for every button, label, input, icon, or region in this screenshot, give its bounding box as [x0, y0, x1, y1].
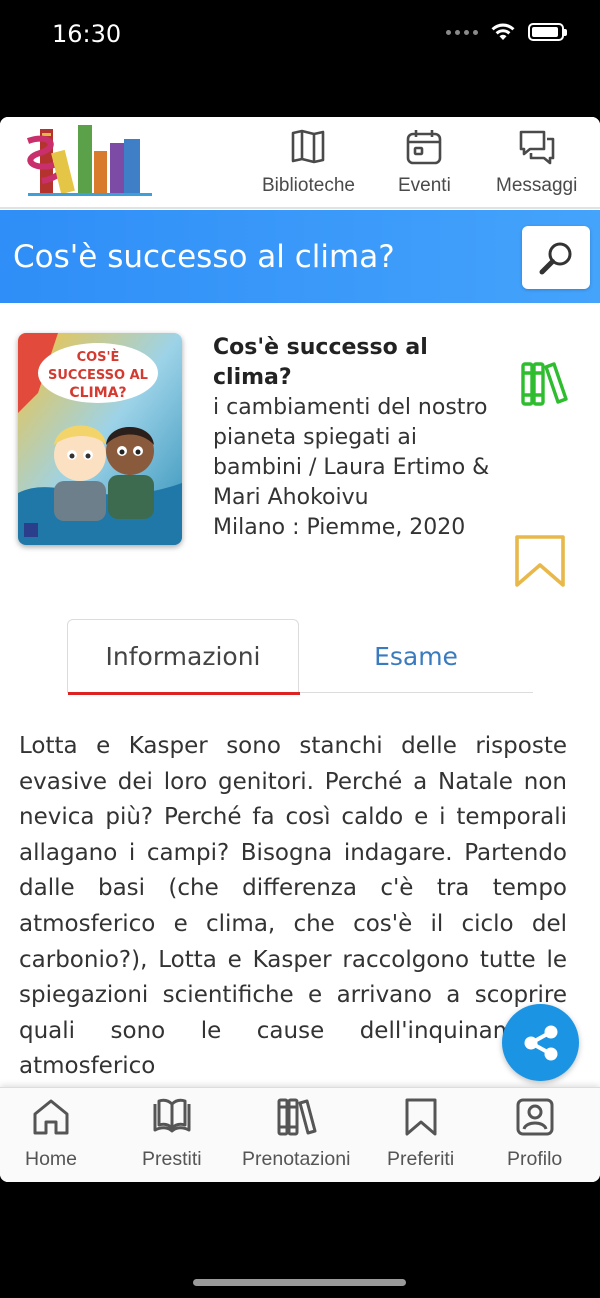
bottom-nav-preferiti-label: Preferiti: [387, 1148, 455, 1170]
cover-title-line-3: CLIMA?: [69, 385, 126, 401]
cover-title-line-1: COS'È: [77, 349, 120, 365]
nav-eventi-label: Eventi: [398, 175, 451, 196]
nav-messaggi[interactable]: Messaggi: [496, 127, 577, 197]
signal-dots-icon: [446, 29, 478, 35]
app-logo: [26, 125, 152, 196]
home-icon: [33, 1099, 69, 1135]
library-book-icon: [292, 129, 325, 164]
nav-biblioteche-label: Biblioteche: [262, 175, 355, 196]
bottom-nav-prenotazioni-label: Prenotazioni: [242, 1148, 351, 1170]
reserve-button[interactable]: [520, 361, 568, 412]
status-time: 16:30: [52, 20, 122, 48]
book-description: Lotta e Kasper sono stanchi delle rispos…: [19, 733, 567, 1080]
top-nav: Biblioteche Eventi Messaggi: [0, 117, 600, 209]
bottom-nav-prestiti-label: Prestiti: [142, 1148, 202, 1170]
nav-eventi[interactable]: Eventi: [398, 127, 451, 197]
book-details: Cos'è successo al clima? i cambiamenti d…: [213, 333, 503, 543]
bottom-nav-prestiti[interactable]: Prestiti: [142, 1096, 202, 1171]
user-icon: [516, 1098, 554, 1136]
bottom-nav: Home Prestiti Prenotazioni Preferiti Pro…: [0, 1087, 600, 1182]
books-icon: [277, 1098, 317, 1136]
detail-tabs: Informazioni Esame: [67, 619, 533, 695]
status-icons: [446, 22, 567, 42]
bottom-nav-preferiti[interactable]: Preferiti: [387, 1096, 454, 1171]
status-bar: 16:30: [0, 0, 600, 70]
book-publication: Milano : Piemme, 2020: [213, 515, 466, 540]
bookmark-icon: [515, 535, 565, 587]
bookmark-icon: [405, 1098, 437, 1136]
share-icon: [524, 1025, 557, 1060]
search-icon: [539, 242, 572, 274]
book-cover-illustration: COS'È SUCCESSO AL CLIMA?: [18, 333, 182, 545]
bottom-nav-profilo[interactable]: Profilo: [507, 1096, 562, 1171]
bottom-nav-prenotazioni[interactable]: Prenotazioni: [242, 1096, 350, 1171]
bottom-nav-profilo-label: Profilo: [507, 1148, 563, 1170]
page-title: Cos'è successo al clima?: [13, 239, 395, 275]
tab-informazioni[interactable]: Informazioni: [67, 619, 300, 695]
bottom-nav-home-label: Home: [25, 1148, 78, 1170]
tab-esame[interactable]: Esame: [299, 619, 533, 693]
nav-biblioteche[interactable]: Biblioteche: [262, 127, 355, 197]
home-indicator[interactable]: [193, 1279, 406, 1286]
battery-icon: [528, 23, 567, 41]
book-cover-image[interactable]: COS'È SUCCESSO AL CLIMA?: [18, 333, 182, 545]
search-button[interactable]: [522, 226, 590, 289]
book-subtitle: i cambiamenti del nostro pianeta spiegat…: [213, 395, 490, 510]
favorite-button[interactable]: [513, 533, 567, 594]
book-open-icon: [153, 1098, 191, 1133]
share-button[interactable]: [502, 1004, 579, 1081]
nav-messaggi-label: Messaggi: [496, 175, 578, 196]
app-screen: Biblioteche Eventi Messaggi Cos'è succes…: [0, 117, 600, 1182]
calendar-icon: [407, 130, 442, 165]
cover-title-line-2: SUCCESSO AL: [48, 368, 148, 383]
chat-icon: [519, 130, 554, 165]
bottom-nav-home[interactable]: Home: [25, 1096, 77, 1171]
book-title: Cos'è successo al clima?: [213, 335, 428, 390]
books-icon: [521, 362, 568, 406]
wifi-icon: [491, 23, 515, 40]
title-bar: Cos'è successo al clima?: [0, 210, 600, 303]
